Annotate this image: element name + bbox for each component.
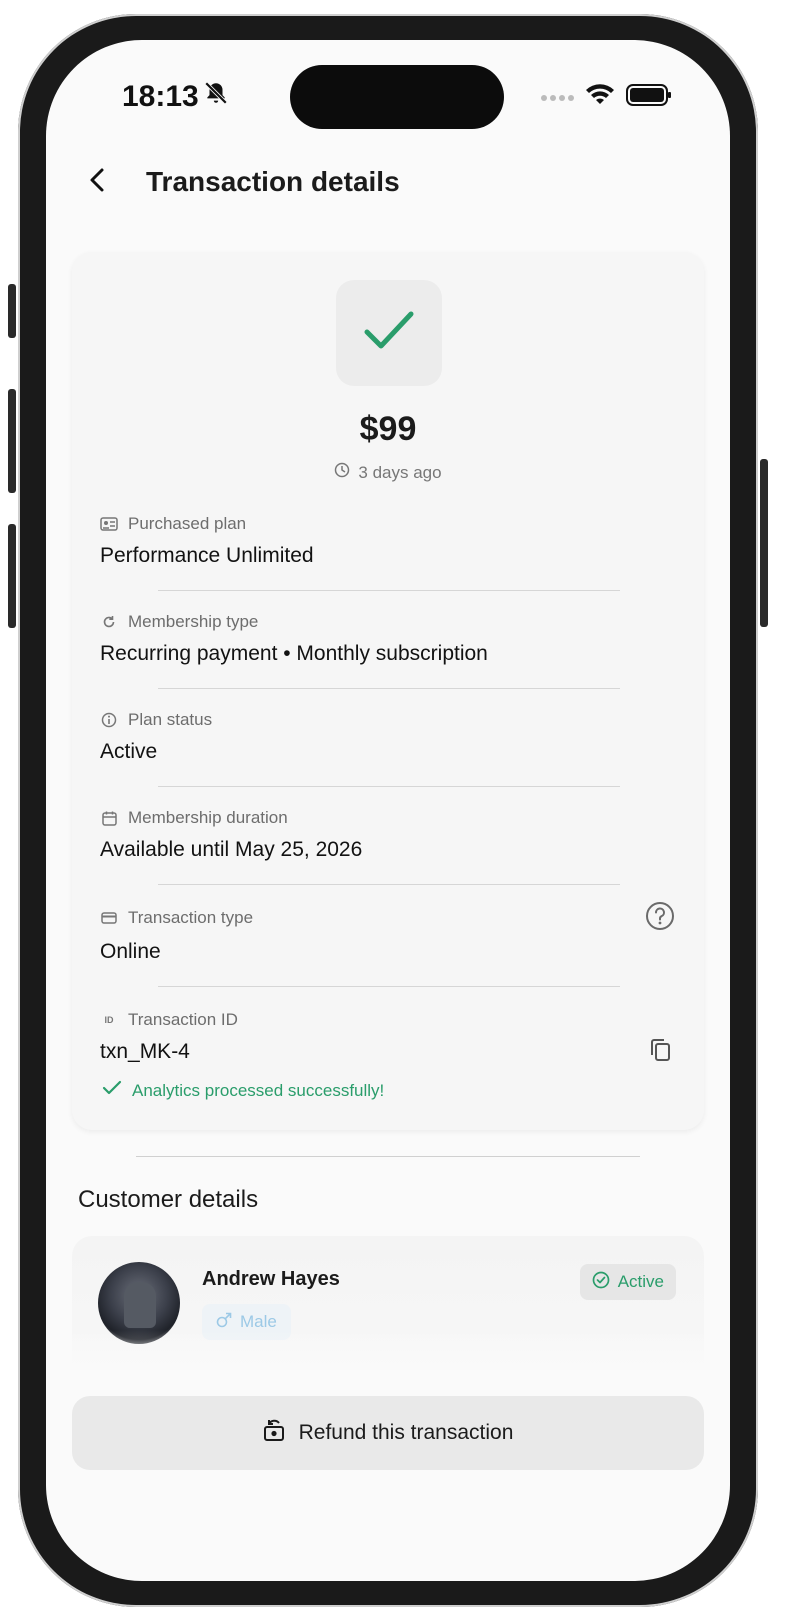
detail-value: Recurring payment • Monthly subscription xyxy=(100,642,488,665)
detail-label: Plan status xyxy=(128,710,213,729)
checkmark-icon xyxy=(363,310,415,357)
detail-transaction-id: ID Transaction ID txn_MK-4 xyxy=(100,1010,680,1064)
credit-card-icon xyxy=(100,909,118,927)
divider xyxy=(158,590,620,591)
detail-label: Membership duration xyxy=(128,808,288,827)
status-icon-box xyxy=(336,280,442,386)
detail-plan-status: Plan status Active xyxy=(100,710,680,764)
side-button-volume-up xyxy=(8,389,16,493)
copy-button[interactable] xyxy=(644,1036,676,1068)
id-badge-icon: ID xyxy=(104,1015,114,1025)
detail-value: Available until May 25, 2026 xyxy=(100,838,363,861)
success-message: Analytics processed successfully! xyxy=(102,1080,384,1101)
divider xyxy=(158,688,620,689)
status-badge-text: Active xyxy=(617,1272,664,1291)
dynamic-island xyxy=(290,65,504,129)
customer-section-title: Customer details xyxy=(78,1186,259,1213)
copy-icon xyxy=(649,1038,671,1067)
detail-value: Online xyxy=(100,940,161,963)
transaction-id-value: txn_MK-4 xyxy=(100,1040,190,1063)
wifi-icon xyxy=(586,84,614,111)
transaction-time: 3 days ago xyxy=(72,462,704,483)
detail-membership-duration: Membership duration Available until May … xyxy=(100,808,680,862)
chevron-left-icon xyxy=(86,166,110,199)
section-divider xyxy=(136,1156,640,1157)
refund-icon xyxy=(263,1418,285,1448)
status-badge: Active xyxy=(579,1264,676,1300)
check-circle-icon xyxy=(592,1271,610,1294)
check-icon xyxy=(102,1080,122,1101)
help-button[interactable] xyxy=(644,901,676,936)
detail-value: Active xyxy=(100,740,158,763)
status-bar-time: 18:13 xyxy=(122,80,229,114)
divider xyxy=(158,986,620,987)
customer-name: Andrew Hayes xyxy=(202,1268,340,1290)
page-title: Transaction details xyxy=(146,166,400,197)
bell-slash-icon xyxy=(203,80,229,114)
time-ago-text: 3 days ago xyxy=(358,462,442,482)
scroll-fade xyxy=(46,1330,730,1390)
transaction-card: $99 3 days ago Purchased plan Performanc… xyxy=(72,252,704,1130)
battery-icon xyxy=(626,84,672,111)
detail-transaction-type: Transaction type Online xyxy=(100,908,680,964)
detail-purchased-plan: Purchased plan Performance Unlimited xyxy=(100,514,680,568)
header: Transaction details xyxy=(78,162,400,202)
calendar-icon xyxy=(100,809,118,827)
detail-label: Transaction type xyxy=(128,908,254,927)
side-button-mute xyxy=(8,284,16,338)
divider xyxy=(158,884,620,885)
refund-button[interactable]: Refund this transaction xyxy=(72,1396,704,1470)
clock-icon xyxy=(334,462,350,483)
info-icon xyxy=(100,711,118,729)
refund-button-label: Refund this transaction xyxy=(298,1421,514,1444)
detail-label: Transaction ID xyxy=(128,1010,238,1029)
back-button[interactable] xyxy=(78,162,118,202)
detail-label: Purchased plan xyxy=(128,514,247,533)
detail-label: Membership type xyxy=(128,612,259,631)
side-button-power xyxy=(760,459,768,627)
detail-membership-type: Membership type Recurring payment • Mont… xyxy=(100,612,680,666)
success-message-text: Analytics processed successfully! xyxy=(132,1080,385,1100)
question-circle-icon xyxy=(645,901,675,936)
detail-value: Performance Unlimited xyxy=(100,544,314,567)
id-card-icon xyxy=(100,515,118,533)
signal-dots-icon xyxy=(540,89,574,107)
transaction-amount: $99 xyxy=(359,410,417,448)
status-time-text: 18:13 xyxy=(122,80,199,113)
side-button-volume-down xyxy=(8,524,16,628)
screen: 18:13 Transaction details $99 3 days ago… xyxy=(46,40,730,1581)
divider xyxy=(158,786,620,787)
gender-text: Male xyxy=(240,1312,277,1331)
status-bar-right xyxy=(540,84,672,111)
refresh-icon xyxy=(100,613,118,631)
